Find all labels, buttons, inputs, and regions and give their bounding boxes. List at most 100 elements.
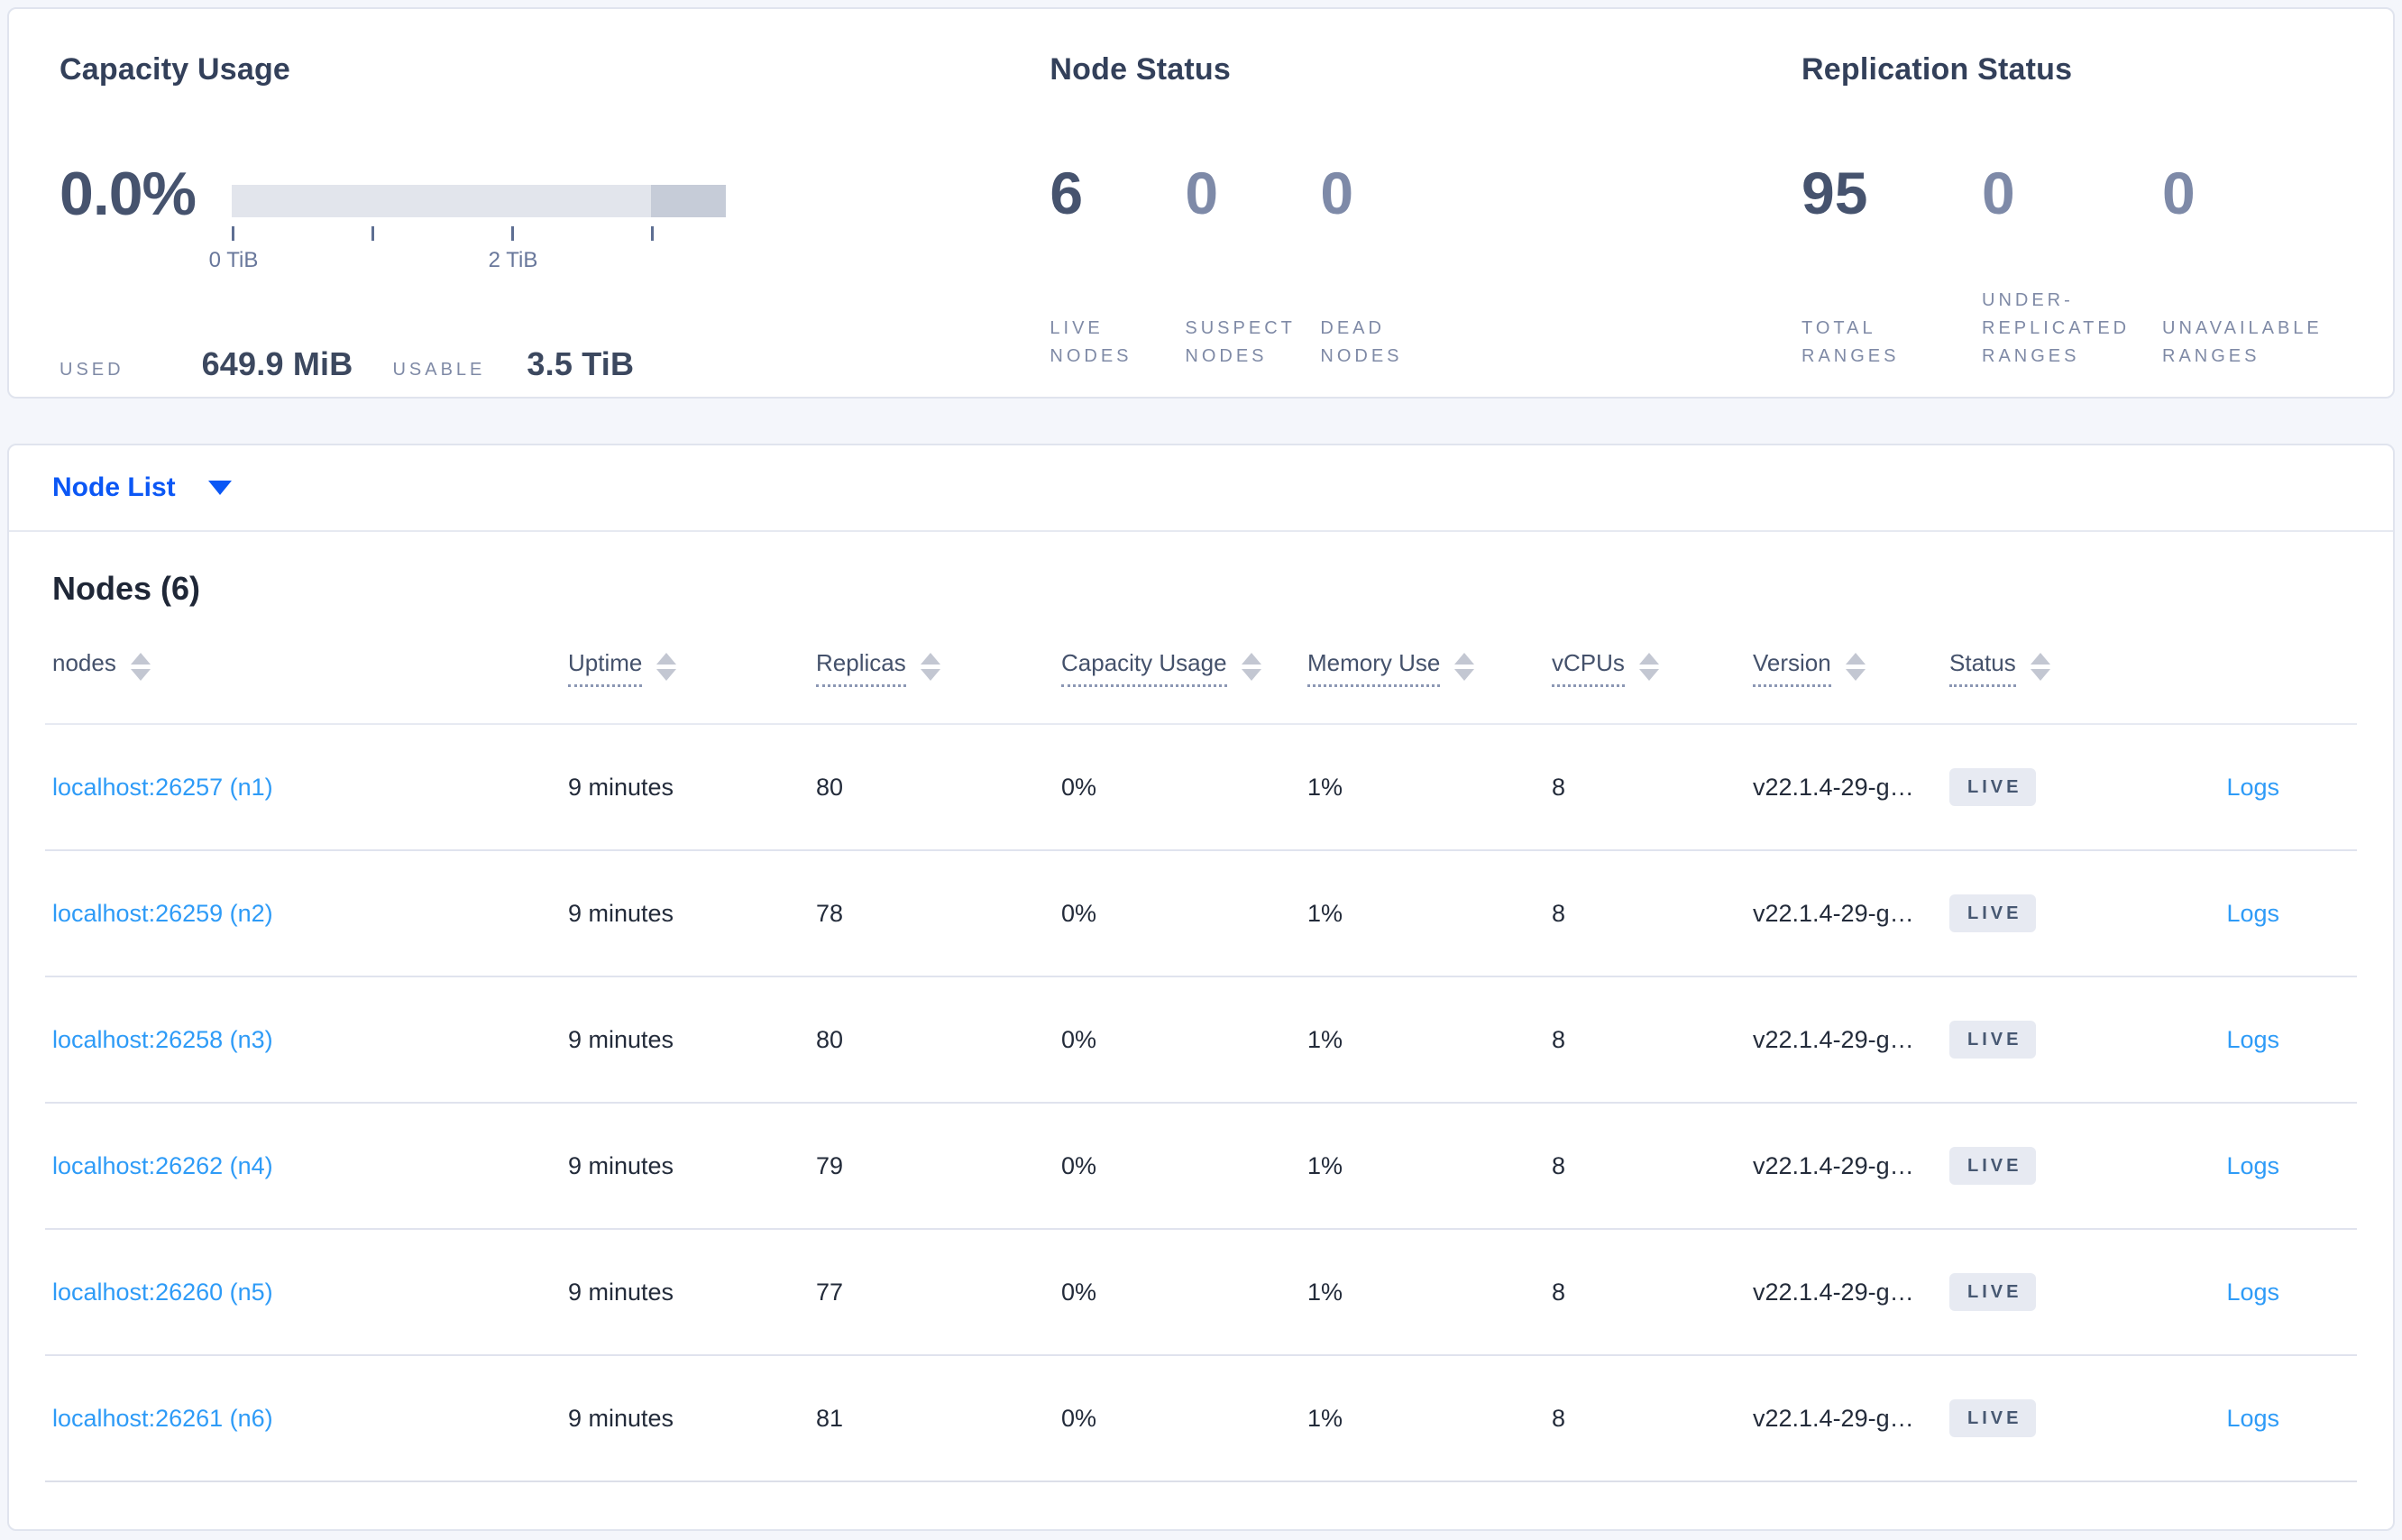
usable-value: 3.5 TiB (527, 345, 635, 382)
live-nodes-label: LIVE NODES (1050, 318, 1132, 366)
node-link[interactable]: localhost:26259 (n2) (52, 900, 273, 927)
suspect-nodes-label: SUSPECT NODES (1185, 318, 1296, 366)
node-link[interactable]: localhost:26262 (n4) (52, 1152, 273, 1179)
column-header-capacity-usage[interactable]: Capacity Usage (1061, 649, 1307, 687)
logs-link[interactable]: Logs (2226, 1279, 2279, 1306)
logs-link[interactable]: Logs (2226, 1405, 2279, 1432)
under-replicated-ranges-label: UNDER-REPLICATED RANGES (1982, 290, 2131, 366)
logs-link[interactable]: Logs (2226, 900, 2279, 927)
status-badge: LIVE (1949, 1399, 2037, 1437)
capacity-cell: 0% (1061, 1278, 1097, 1306)
node-link[interactable]: localhost:26258 (n3) (52, 1026, 273, 1053)
node-list-dropdown[interactable]: Node List (52, 472, 232, 503)
table-row: localhost:26262 (n4) 9 minutes 79 0% 1% … (45, 1104, 2357, 1230)
capacity-percent-value: 0.0% (60, 160, 197, 228)
column-header-replicas[interactable]: Replicas (816, 649, 1061, 687)
table-row: localhost:26259 (n2) 9 minutes 78 0% 1% … (45, 851, 2357, 977)
axis-tick-label: 0 TiB (208, 248, 259, 272)
replication-status-panel: Replication Status 95 TOTAL RANGES 0 UND… (1802, 52, 2342, 397)
dead-nodes-value: 0 (1320, 160, 1354, 226)
axis-tick-mark (651, 226, 654, 241)
nodes-table-header: nodes Uptime Replicas Capacity Usage Mem… (45, 649, 2357, 725)
vcpus-cell: 8 (1552, 1404, 1566, 1432)
axis-tick-mark (511, 226, 514, 241)
vcpus-cell: 8 (1552, 1025, 1566, 1053)
under-replicated-ranges-value: 0 (1982, 160, 2015, 226)
vcpus-cell: 8 (1552, 899, 1566, 927)
view-selector-bar: Node List (9, 445, 2393, 532)
table-row: localhost:26257 (n1) 9 minutes 80 0% 1% … (45, 725, 2357, 851)
dead-nodes-stat: 0 DEAD NODES (1320, 161, 1455, 371)
replicas-cell: 80 (816, 773, 844, 801)
capacity-cell: 0% (1061, 899, 1097, 927)
node-list-dropdown-label: Node List (52, 472, 176, 502)
sort-icon (656, 653, 677, 681)
node-link[interactable]: localhost:26260 (n5) (52, 1279, 273, 1306)
capacity-usage-panel: Capacity Usage 0.0% 0 TiB 2 TiB USED 649… (60, 52, 1050, 397)
uptime-cell: 9 minutes (568, 899, 674, 927)
nodes-heading: Nodes (6) (52, 570, 201, 607)
version-cell: v22.1.4-29-g… (1753, 1278, 1914, 1306)
replicas-cell: 81 (816, 1404, 844, 1432)
dead-nodes-label: DEAD NODES (1320, 318, 1403, 366)
suspect-nodes-stat: 0 SUSPECT NODES (1185, 161, 1320, 371)
live-nodes-stat: 6 LIVE NODES (1050, 161, 1185, 371)
live-nodes-value: 6 (1050, 160, 1084, 226)
axis-tick-mark (371, 226, 374, 241)
column-header-memory-use[interactable]: Memory Use (1307, 649, 1552, 687)
capacity-cell: 0% (1061, 1151, 1097, 1179)
replicas-cell: 77 (816, 1278, 844, 1306)
uptime-cell: 9 minutes (568, 773, 674, 801)
logs-link[interactable]: Logs (2226, 774, 2279, 801)
used-value: 649.9 MiB (201, 345, 353, 382)
memory-cell: 1% (1307, 1151, 1343, 1179)
column-header-nodes[interactable]: nodes (52, 649, 568, 684)
column-header-status[interactable]: Status (1949, 649, 2175, 687)
column-header-label: nodes (52, 649, 116, 676)
uptime-cell: 9 minutes (568, 1151, 674, 1179)
column-header-label: Version (1753, 649, 1831, 687)
capacity-bar-reserved-segment (651, 185, 726, 217)
table-row: localhost:26260 (n5) 9 minutes 77 0% 1% … (45, 1230, 2357, 1356)
used-label: USED (60, 360, 124, 380)
axis-tick-mark (232, 226, 234, 241)
status-badge: LIVE (1949, 1147, 2037, 1185)
sort-icon (1454, 653, 1475, 681)
vcpus-cell: 8 (1552, 773, 1566, 801)
sort-icon (1845, 653, 1866, 681)
node-link[interactable]: localhost:26257 (n1) (52, 774, 273, 801)
memory-cell: 1% (1307, 773, 1343, 801)
column-header-label: Replicas (816, 649, 906, 687)
node-status-stats: 6 LIVE NODES 0 SUSPECT NODES 0 DEAD NODE… (1050, 161, 1802, 371)
node-link[interactable]: localhost:26261 (n6) (52, 1405, 273, 1432)
logs-link[interactable]: Logs (2226, 1026, 2279, 1053)
column-header-vcpus[interactable]: vCPUs (1552, 649, 1753, 687)
version-cell: v22.1.4-29-g… (1753, 1025, 1914, 1053)
suspect-nodes-value: 0 (1185, 160, 1219, 226)
unavailable-ranges-value: 0 (2162, 160, 2196, 226)
sort-icon (1638, 653, 1659, 681)
column-header-uptime[interactable]: Uptime (568, 649, 816, 687)
status-badge: LIVE (1949, 1021, 2037, 1059)
status-badge: LIVE (1949, 768, 2037, 806)
replication-status-title: Replication Status (1802, 52, 2073, 87)
vcpus-cell: 8 (1552, 1151, 1566, 1179)
sort-icon (920, 653, 940, 681)
version-cell: v22.1.4-29-g… (1753, 1404, 1914, 1432)
sort-icon (130, 653, 151, 681)
capacity-legend: USED 649.9 MiB USABLE 3.5 TiB (60, 345, 1050, 383)
under-replicated-ranges-stat: 0 UNDER-REPLICATED RANGES (1982, 161, 2162, 371)
column-header-label: Uptime (568, 649, 643, 687)
node-status-title: Node Status (1050, 52, 1231, 87)
memory-cell: 1% (1307, 1278, 1343, 1306)
replicas-cell: 78 (816, 899, 844, 927)
column-header-version[interactable]: Version (1753, 649, 1949, 687)
logs-link[interactable]: Logs (2226, 1152, 2279, 1179)
sort-icon (1241, 653, 1261, 681)
node-list-body: Nodes (6) nodes Uptime Replicas Capacity… (9, 532, 2393, 1482)
replication-status-stats: 95 TOTAL RANGES 0 UNDER-REPLICATED RANGE… (1802, 161, 2342, 371)
node-list-card: Node List Nodes (6) nodes Uptime Replica… (7, 444, 2395, 1531)
total-ranges-value: 95 (1802, 160, 1868, 226)
status-badge: LIVE (1949, 1273, 2037, 1311)
axis-tick-label: 2 TiB (488, 248, 538, 272)
